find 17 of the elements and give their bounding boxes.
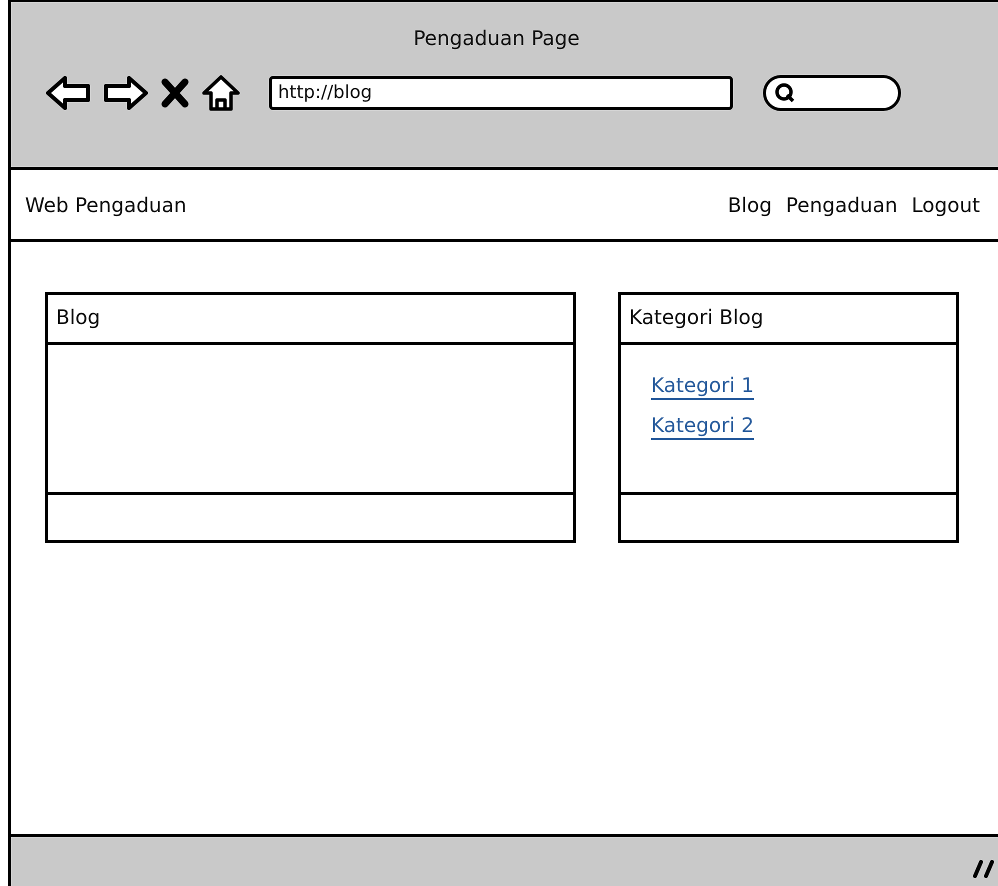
nav-link[interactable]: Blog [728, 192, 772, 216]
resize-grip-icon[interactable] [972, 858, 996, 880]
site-brand[interactable]: Web Pengaduan [25, 192, 187, 216]
back-icon[interactable] [45, 75, 91, 111]
forward-icon[interactable] [103, 75, 149, 111]
close-icon[interactable] [161, 78, 189, 108]
panel-title: Blog [56, 305, 100, 329]
home-icon[interactable] [201, 74, 241, 112]
search-field[interactable] [763, 75, 901, 111]
search-icon [774, 82, 796, 104]
address-field[interactable]: http://blog [269, 76, 733, 110]
panel-title: Kategori Blog [629, 305, 764, 329]
category-link[interactable]: Kategori 1 [651, 373, 754, 397]
category-link[interactable]: Kategori 2 [651, 413, 754, 437]
nav-link[interactable]: Logout [912, 192, 980, 216]
window-title: Pengaduan Page [412, 25, 581, 50]
nav-link[interactable]: Pengaduan [786, 192, 898, 216]
